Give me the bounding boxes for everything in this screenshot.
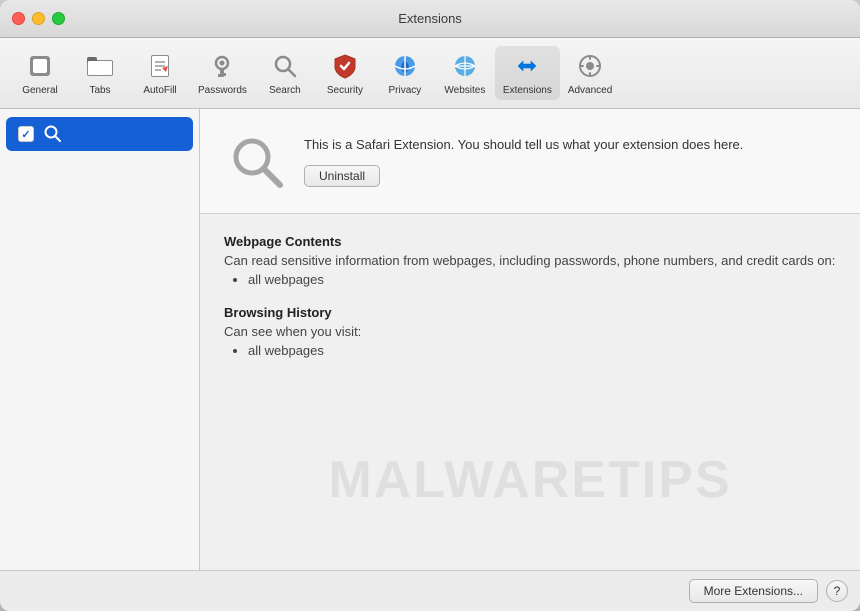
toolbar-item-security[interactable]: Security — [315, 46, 375, 100]
extension-large-icon — [224, 129, 288, 193]
traffic-lights — [12, 12, 65, 25]
toolbar-item-passwords[interactable]: Passwords — [190, 46, 255, 100]
websites-label: Websites — [444, 85, 485, 96]
checkmark-icon: ✓ — [21, 128, 30, 141]
security-label: Security — [327, 85, 363, 96]
search-icon — [269, 50, 301, 82]
list-item: all webpages — [248, 272, 836, 287]
browsing-history-list: all webpages — [224, 343, 836, 358]
toolbar-item-extensions[interactable]: Extensions — [495, 46, 560, 100]
help-button[interactable]: ? — [826, 580, 848, 602]
toolbar-item-advanced[interactable]: Advanced — [560, 46, 620, 100]
tabs-icon — [84, 50, 116, 82]
browsing-history-section: Browsing History Can see when you visit:… — [224, 305, 836, 358]
advanced-icon — [574, 50, 606, 82]
toolbar-item-search[interactable]: Search — [255, 46, 315, 100]
list-item: all webpages — [248, 343, 836, 358]
autofill-icon — [144, 50, 176, 82]
tabs-label: Tabs — [89, 85, 110, 96]
safari-preferences-window: Extensions General Tabs — [0, 0, 860, 611]
websites-icon — [449, 50, 481, 82]
content-area: ✓ MALWARETIPS — [0, 109, 860, 570]
permissions-section: Webpage Contents Can read sensitive info… — [200, 214, 860, 570]
extensions-icon — [511, 50, 543, 82]
extension-description: This is a Safari Extension. You should t… — [304, 135, 836, 155]
bottom-bar: More Extensions... ? — [0, 570, 860, 611]
browsing-history-title: Browsing History — [224, 305, 836, 320]
toolbar-item-websites[interactable]: Websites — [435, 46, 495, 100]
webpage-contents-desc: Can read sensitive information from webp… — [224, 253, 836, 268]
extension-details: This is a Safari Extension. You should t… — [304, 135, 836, 187]
toolbar-item-privacy[interactable]: Privacy — [375, 46, 435, 100]
advanced-label: Advanced — [568, 85, 612, 96]
minimize-button[interactable] — [32, 12, 45, 25]
privacy-icon — [389, 50, 421, 82]
general-icon — [24, 50, 56, 82]
search-label: Search — [269, 85, 301, 96]
toolbar-item-autofill[interactable]: AutoFill — [130, 46, 190, 100]
passwords-label: Passwords — [198, 85, 247, 96]
toolbar-item-tabs[interactable]: Tabs — [70, 46, 130, 100]
passwords-icon — [206, 50, 238, 82]
window-title: Extensions — [398, 11, 462, 26]
extensions-label: Extensions — [503, 85, 552, 96]
extension-search-icon — [42, 123, 64, 145]
extensions-sidebar: ✓ — [0, 109, 200, 570]
extension-info-section: This is a Safari Extension. You should t… — [200, 109, 860, 214]
uninstall-button[interactable]: Uninstall — [304, 165, 380, 187]
titlebar: Extensions — [0, 0, 860, 38]
webpage-contents-section: Webpage Contents Can read sensitive info… — [224, 234, 836, 287]
privacy-label: Privacy — [389, 85, 422, 96]
extension-enabled-checkbox[interactable]: ✓ — [18, 126, 34, 142]
webpage-contents-title: Webpage Contents — [224, 234, 836, 249]
more-extensions-button[interactable]: More Extensions... — [689, 579, 818, 603]
extension-detail-panel: MALWARETIPS This is a Safari Extension. … — [200, 109, 860, 570]
autofill-label: AutoFill — [143, 85, 176, 96]
toolbar-item-general[interactable]: General — [10, 46, 70, 100]
general-label: General — [22, 85, 58, 96]
toolbar: General Tabs — [0, 38, 860, 109]
maximize-button[interactable] — [52, 12, 65, 25]
security-icon — [329, 50, 361, 82]
webpage-contents-list: all webpages — [224, 272, 836, 287]
close-button[interactable] — [12, 12, 25, 25]
browsing-history-desc: Can see when you visit: — [224, 324, 836, 339]
sidebar-item-search[interactable]: ✓ — [6, 117, 193, 151]
